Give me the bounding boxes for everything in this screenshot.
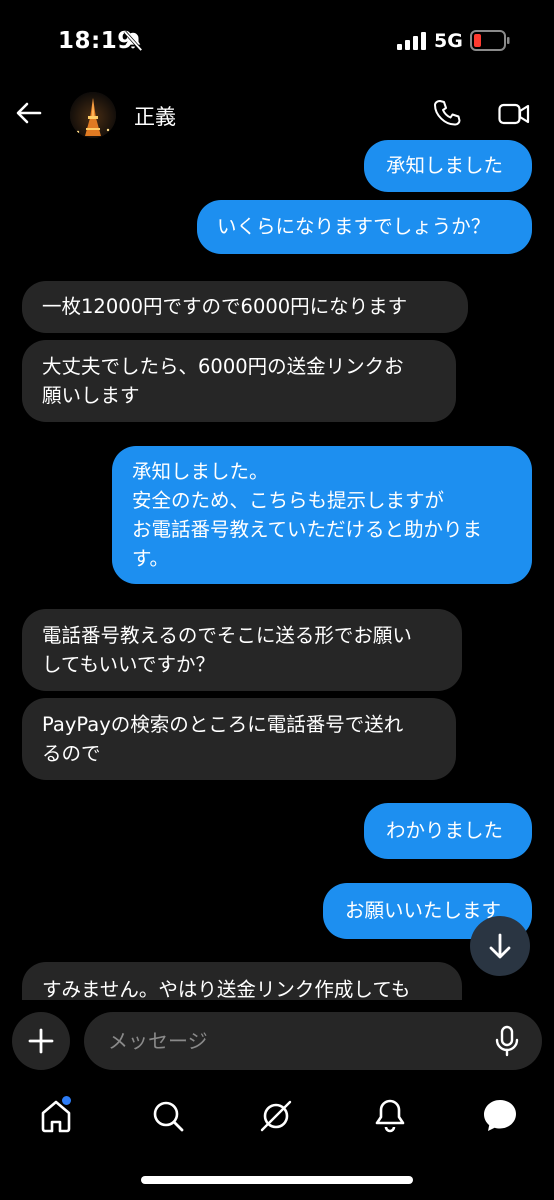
message-text: わかりました xyxy=(386,819,504,842)
message-text: 願いします xyxy=(42,384,140,407)
message-bubble-outgoing[interactable]: いくらになりますでしょうか？ xyxy=(197,200,532,254)
message-bubble-incoming[interactable]: 一枚12000円ですので6000円になります xyxy=(22,281,468,333)
network-type: 5G xyxy=(434,30,463,52)
battery-icon xyxy=(470,30,510,51)
message-text: 承知しました xyxy=(386,154,504,177)
message-text: PayPayの検索のところに電話番号で送れ xyxy=(42,713,404,736)
message-text: すみません。やはり送金リンク作成しても xyxy=(42,978,411,1001)
message-bubble-incoming[interactable]: PayPayの検索のところに電話番号で送れ るので xyxy=(22,698,456,780)
message-bubble-incoming[interactable]: 電話番号教えるのでそこに送る形でお願い してもいいですか？ xyxy=(22,609,462,691)
bell-off-icon xyxy=(123,30,143,52)
scroll-to-bottom-button[interactable] xyxy=(470,916,530,976)
plus-icon xyxy=(28,1028,54,1054)
contact-name[interactable]: 正義 xyxy=(134,101,176,131)
message-text: いくらになりますでしょうか？ xyxy=(217,215,491,238)
message-bubble-outgoing[interactable]: 承知しました。 安全のため、こちらも提示しますが お電話番号教えていただけると助… xyxy=(112,446,532,584)
message-text: してもいいですか？ xyxy=(42,653,215,676)
arrow-down-icon xyxy=(489,933,511,959)
message-text: す。 xyxy=(132,547,170,570)
message-input[interactable] xyxy=(84,1012,542,1070)
home-indicator xyxy=(141,1176,413,1184)
message-text: 電話番号教えるのでそこに送る形でお願い xyxy=(42,624,412,647)
tokyo-tower-photo xyxy=(70,92,116,138)
phone-icon[interactable] xyxy=(432,98,462,128)
message-bubble-incoming[interactable]: すみません。やはり送金リンク作成しても xyxy=(22,962,462,1002)
message-text: お電話番号教えていただけると助かりま xyxy=(132,518,483,541)
message-text: 大丈夫でしたら、6000円の送金リンクお xyxy=(42,355,404,378)
back-arrow-icon[interactable] xyxy=(14,98,44,128)
search-icon[interactable] xyxy=(148,1096,188,1136)
add-attachment-button[interactable] xyxy=(12,1012,70,1070)
explore-icon[interactable] xyxy=(256,1096,296,1136)
message-bubble-incoming[interactable]: 大丈夫でしたら、6000円の送金リンクお 願いします xyxy=(22,340,456,422)
microphone-icon[interactable] xyxy=(494,1025,520,1057)
bell-icon[interactable] xyxy=(370,1096,410,1136)
video-call-icon[interactable] xyxy=(498,100,530,128)
message-text: 一枚12000円ですので6000円になります xyxy=(42,295,408,318)
signal-icon xyxy=(397,32,426,50)
message-text: 承知しました。 xyxy=(132,460,269,483)
notification-dot xyxy=(62,1096,71,1105)
message-text: 安全のため、こちらも提示しますが xyxy=(132,489,445,512)
message-text: るので xyxy=(42,742,101,765)
message-bubble-outgoing[interactable]: わかりました xyxy=(364,803,532,859)
chat-icon[interactable] xyxy=(480,1096,520,1136)
message-bubble-outgoing[interactable]: 承知しました xyxy=(364,140,532,192)
avatar[interactable] xyxy=(70,92,116,138)
